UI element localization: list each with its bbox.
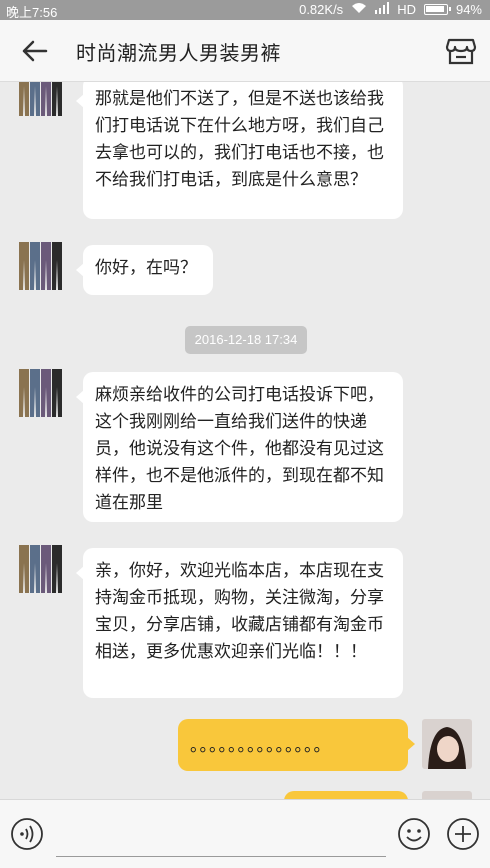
user-avatar[interactable] [422,719,472,769]
message-text: 亲，你好，欢迎光临本店，本店现在支持淘金币抵现，购物，关注微淘，分享宝贝，分享店… [95,561,384,662]
voice-button[interactable] [10,817,44,851]
status-time: 晚上7:56 [6,5,58,20]
emoji-button[interactable] [397,817,431,851]
message-bubble-user[interactable]: 。。。。。。。。。。。。。。 [178,719,415,771]
message-bubble[interactable]: 你好，在吗？ [76,245,213,295]
message-text: 你好，在吗？ [95,258,197,278]
input-bar [0,799,490,868]
network-type: HD [397,2,416,17]
wifi-icon [351,2,367,17]
shop-avatar[interactable] [18,543,66,595]
message-text: 麻烦亲给收件的公司打电话投诉下吧，这个我刚刚给一直给我们送件的快递员，他说没有这… [95,385,384,513]
network-speed: 0.82K/s [299,2,344,17]
page-title: 时尚潮流男人男装男裤 [76,41,281,65]
shop-avatar[interactable] [18,240,66,292]
battery-percent: 94% [455,2,482,17]
emoji-icon [398,818,430,850]
message-bubble[interactable]: 亲，你好，欢迎光临本店，本店现在支持淘金币抵现，购物，关注微淘，分享宝贝，分享店… [76,548,403,698]
shop-avatar[interactable] [18,82,66,118]
battery-icon [423,4,451,15]
plus-icon [447,818,479,850]
pants-avatar-icon [19,545,62,593]
user-avatar[interactable] [422,791,472,799]
message-text: 那就是他们不送了，但是不送也该给我们打电话说下在什么地方呀，我们自己去拿也可以的… [95,89,384,190]
message-text: 。。。。。。。。。。。。。。 [190,736,332,756]
message-bubble-user-partial[interactable] [284,791,408,799]
pants-avatar-icon [19,82,62,116]
plus-button[interactable] [446,817,480,851]
timestamp: 2016-12-18 17:34 [185,326,307,354]
user-photo-icon [422,719,472,769]
message-bubble[interactable]: 麻烦亲给收件的公司打电话投诉下吧，这个我刚刚给一直给我们送件的快递员，他说没有这… [76,372,403,522]
pants-avatar-icon [19,369,62,417]
status-bar: 晚上7:56 0.82K/s HD 94% [0,0,490,20]
back-button[interactable] [18,36,54,66]
signal-icon [375,2,390,17]
chat-header: 时尚潮流男人男装男裤 [0,20,490,82]
store-icon [445,38,477,65]
shop-avatar[interactable] [18,367,66,419]
message-bubble[interactable]: 那就是他们不送了，但是不送也该给我们打电话说下在什么地方呀，我们自己去拿也可以的… [76,82,403,219]
chat-area[interactable]: 那就是他们不送了，但是不送也该给我们打电话说下在什么地方呀，我们自己去拿也可以的… [0,82,490,799]
pants-avatar-icon [19,242,62,290]
user-photo-icon [422,791,472,799]
message-input[interactable] [56,856,386,857]
voice-icon [11,818,43,850]
arrow-left-icon [22,40,48,62]
store-button[interactable] [444,34,478,68]
